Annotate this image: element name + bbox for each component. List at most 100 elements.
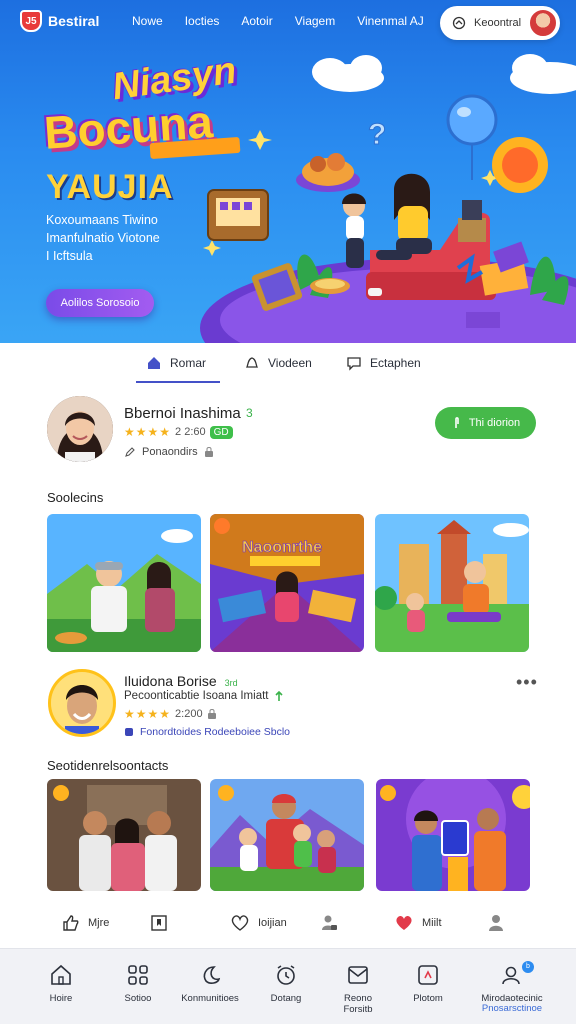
bottom-nav-home[interactable]: Hoire: [23, 959, 99, 1004]
nav-links: Nowe Iocties Aotoir Viagem Vinenmal AJ: [132, 14, 446, 28]
love-action[interactable]: Miilt: [394, 914, 442, 932]
profile2-avatar-image: [51, 672, 113, 734]
profile2-meta-text[interactable]: Fonordtoides Rodeeboiee Sbclo: [140, 726, 290, 738]
hero-description-line2: Imanfulnatio Viotone: [46, 231, 160, 245]
media-card[interactable]: [210, 779, 364, 891]
account-pill[interactable]: Keoontral: [440, 6, 560, 40]
profile2-subtitle-row: Pecoonticabtie Isoana Imiatt: [124, 690, 284, 702]
profile1-avatar[interactable]: [47, 396, 113, 462]
profile1-stars: ★★★★: [124, 425, 172, 439]
media-card[interactable]: [47, 779, 201, 891]
media-card[interactable]: [376, 779, 530, 891]
thumbs-up-icon: [63, 915, 79, 931]
profile2-rating: ★★★★ 2:200: [124, 707, 217, 721]
profile1-meta: Ponaondirs: [124, 446, 214, 458]
bottom-nav-platform[interactable]: Plotom: [390, 959, 466, 1004]
profile2-badge: 3rd: [224, 678, 238, 688]
bottom-nav-home-label: Hoire: [49, 993, 73, 1004]
bottom-nav-explore-label: Sotioo: [124, 993, 152, 1004]
favorite-action[interactable]: Ioijian: [230, 914, 287, 932]
hero-description-line3: I Icftsula: [46, 249, 93, 263]
profile2-name[interactable]: Iluidona Borise: [124, 673, 217, 689]
tab-chat[interactable]: Ectaphen: [346, 355, 421, 371]
pencil-icon: [125, 447, 135, 457]
nav-link-about[interactable]: Aotoir: [241, 14, 272, 28]
hero-cta-button[interactable]: Aolilos Sorosoio: [46, 289, 154, 317]
card-image-family-photo: [47, 779, 201, 891]
profile1-meta-text: Ponaondirs: [142, 446, 198, 458]
profile1-tag: GD: [209, 425, 233, 439]
tab-home[interactable]: Romar: [146, 355, 206, 371]
person-icon: [489, 915, 503, 931]
tab-chat-label: Ectaphen: [370, 356, 421, 370]
like-action[interactable]: Mjre: [62, 914, 109, 932]
shield-icon: [125, 728, 133, 736]
bottom-nav-messages[interactable]: Reono Forsitb: [320, 959, 396, 1015]
profile1-name[interactable]: Bbernoi Inashima: [124, 405, 241, 422]
account-pill-label: Keoontral: [474, 17, 522, 29]
section2-title: Seotidenrelsoontacts: [47, 758, 169, 773]
nav-link-community[interactable]: Vinenmal AJ: [357, 14, 424, 28]
profile2-avatar[interactable]: [48, 669, 116, 737]
account-icon: [452, 16, 466, 30]
media-card[interactable]: [375, 514, 529, 652]
profile1-rating: ★★★★ 2 2:60 GD: [124, 425, 233, 439]
card-image-family-picnic: [47, 514, 201, 652]
svg-text:?: ?: [368, 118, 386, 151]
card-image-kids-tablet: [376, 779, 530, 891]
chat-icon: [347, 357, 361, 371]
nav-link-stories[interactable]: Iocties: [185, 14, 220, 28]
media-card[interactable]: [47, 514, 201, 652]
hero-banner: ? J5 Bestiral Nowe Iocties Aotoir Viagem…: [0, 0, 576, 343]
bottom-nav-dating[interactable]: Dotang: [248, 959, 324, 1004]
profile1-badge: 3: [246, 406, 253, 420]
nav-link-home[interactable]: Nowe: [132, 14, 163, 28]
alarm-icon: [277, 965, 295, 985]
calendar-icon: [418, 965, 438, 985]
love-action-label: Miilt: [422, 917, 442, 929]
profile2-name-row: Iluidona Borise 3rd: [124, 673, 238, 689]
app-logo[interactable]: J5 Bestiral: [20, 10, 99, 32]
profile1-avatar-image: [47, 396, 113, 462]
grid-icon: [128, 965, 148, 985]
arrow-up-icon: [275, 690, 284, 701]
hero-illustration: ?: [200, 54, 576, 343]
follow-button-label: Thi diorion: [468, 417, 521, 429]
user-lock-icon: [322, 915, 337, 930]
home-icon: [51, 964, 71, 985]
active-tab-indicator: [136, 381, 220, 383]
lock-icon: [207, 709, 216, 719]
mail-icon: [348, 966, 368, 984]
tab-videos[interactable]: Viodeen: [244, 355, 312, 371]
hero-description: Koxoumaans Tiwino Imanfulnatio Viotone I…: [46, 211, 186, 265]
action-row: Mjre Ioijian Miilt: [0, 908, 576, 940]
top-navigation: J5 Bestiral Nowe Iocties Aotoir Viagem V…: [0, 0, 576, 44]
profile2-rating-text: 2:200: [175, 708, 203, 720]
follow-button[interactable]: Thi diorion: [435, 407, 536, 439]
bottom-nav-communities[interactable]: Konmunitioes: [172, 959, 248, 1004]
bottom-nav-dating-label: Dotang: [270, 993, 302, 1004]
moon-icon: [203, 966, 221, 984]
bottom-nav-explore[interactable]: Sotioo: [100, 959, 176, 1004]
media-card[interactable]: Naoonrthe: [210, 514, 364, 652]
profile-icon: [502, 966, 520, 985]
logo-text: Bestiral: [48, 13, 100, 29]
profile-action[interactable]: [487, 914, 505, 932]
notification-badge: b: [522, 961, 534, 973]
content-tabs: Romar Viodeen Ectaphen: [0, 343, 576, 385]
favorite-action-label: Ioijian: [258, 917, 287, 929]
card-image-mountain-family: [210, 779, 364, 891]
more-options-icon[interactable]: •••: [516, 672, 538, 693]
user-avatar[interactable]: [528, 8, 558, 38]
bottom-nav-communities-label: Konmunitioes: [181, 993, 239, 1004]
bottom-nav-profile[interactable]: Mirodaotecinic Pnosarsctinoe b: [474, 959, 550, 1014]
private-action[interactable]: [320, 914, 338, 932]
nav-link-travel[interactable]: Viagem: [295, 14, 335, 28]
bookmark-action[interactable]: [150, 914, 168, 932]
bottom-nav-messages-label: Reono: [344, 993, 372, 1004]
lock-icon: [204, 447, 213, 457]
bottom-nav-platform-label: Plotom: [413, 993, 443, 1004]
home-icon: [148, 357, 160, 369]
svg-text:Naoonrthe: Naoonrthe: [242, 539, 322, 556]
profile2-stars: ★★★★: [124, 707, 172, 721]
